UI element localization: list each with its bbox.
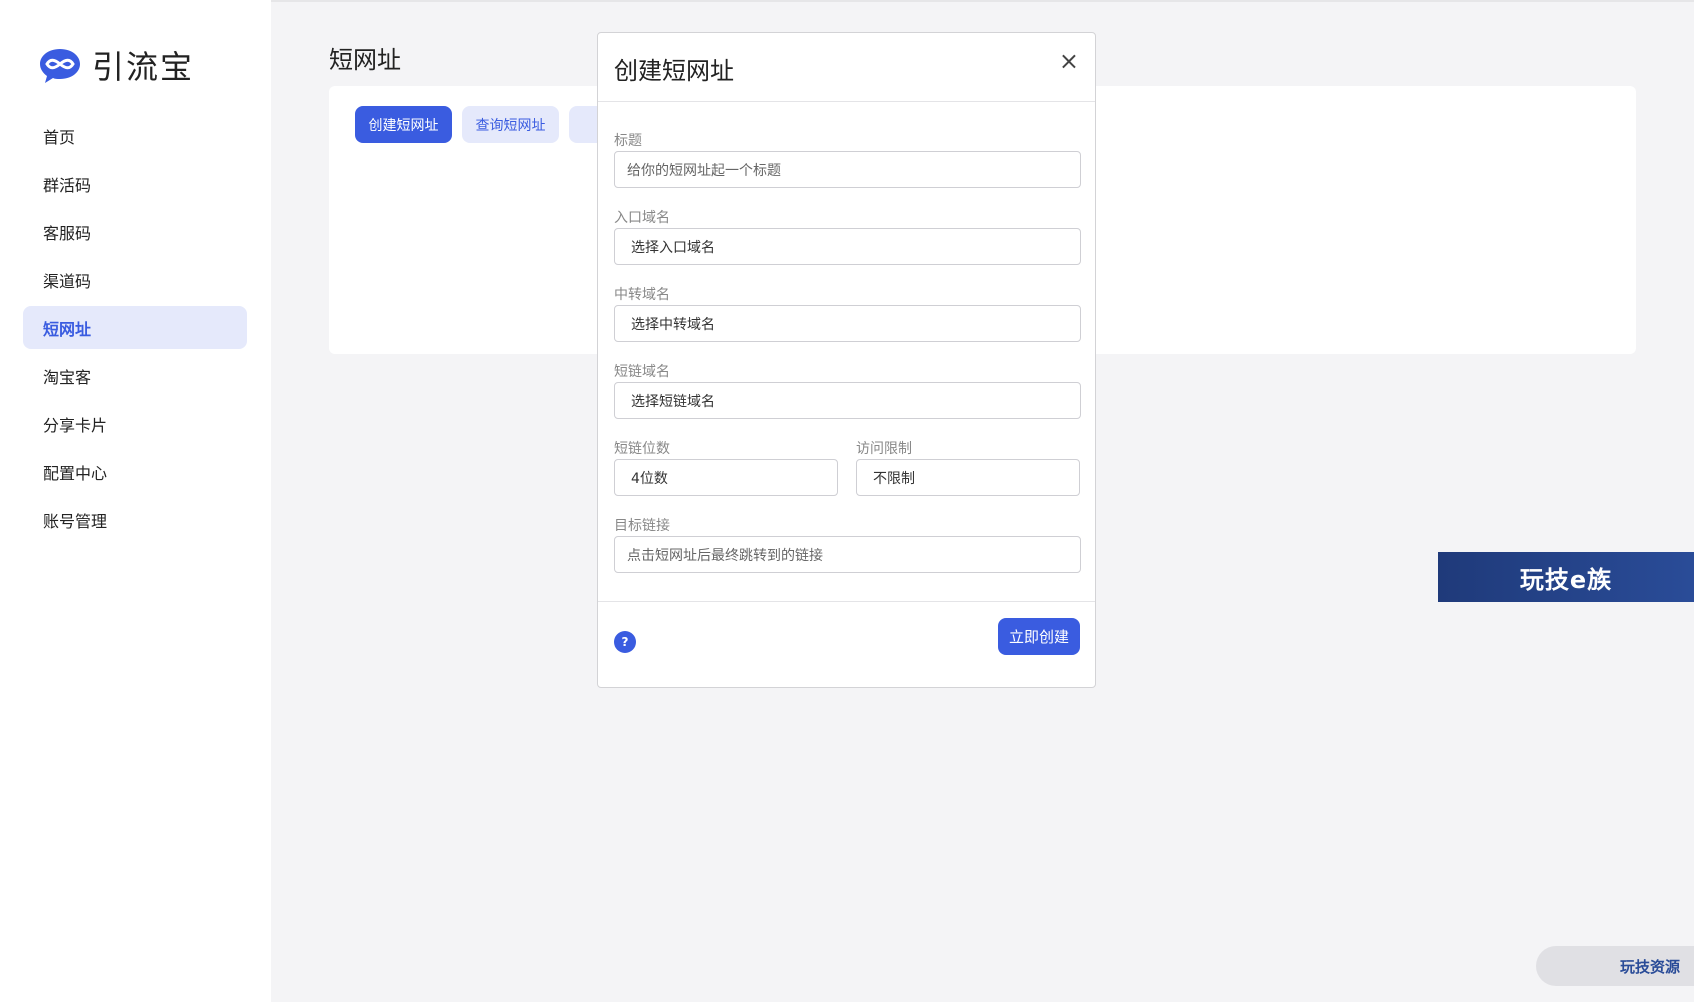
short-domain-select[interactable]: 选择短链域名 — [614, 382, 1081, 419]
relay-domain-label: 中转域名 — [614, 287, 670, 303]
watermark-banner: 玩技e族 — [1438, 552, 1694, 602]
relay-domain-select[interactable]: 选择中转域名 — [614, 305, 1081, 342]
sidebar-item-label: 首页 — [43, 127, 76, 147]
limit-column: 访问限制 不限制 — [856, 439, 1080, 516]
modal-form: 标题 给你的短网址起一个标题 入口域名 选择入口域名 中转域名 选择中转域名 短… — [614, 131, 1081, 593]
sidebar-item-config-center[interactable]: 配置中心 — [23, 450, 247, 493]
modal-footer: ? 立即创建 — [598, 601, 1095, 688]
sidebar-item-label: 客服码 — [43, 223, 92, 243]
entry-domain-select[interactable]: 选择入口域名 — [614, 228, 1081, 265]
modal-title: 创建短网址 — [614, 57, 734, 85]
query-short-url-button[interactable]: 查询短网址 — [462, 106, 559, 143]
sidebar-item-short-url[interactable]: 短网址 — [23, 306, 247, 349]
sidebar-item-label: 短网址 — [43, 319, 92, 339]
sidebar-item-label: 账号管理 — [43, 511, 108, 531]
close-icon[interactable]: × — [1059, 49, 1079, 73]
help-icon[interactable]: ? — [614, 631, 636, 653]
sidebar-item-label: 淘宝客 — [43, 367, 92, 387]
limit-select[interactable]: 不限制 — [856, 459, 1080, 496]
page-title: 短网址 — [329, 46, 401, 74]
brand-logo-icon — [40, 49, 80, 83]
sidebar-nav: 首页 群活码 客服码 渠道码 短网址 淘宝客 分享卡片 配置中心 账号管理 — [23, 114, 247, 546]
watermark-corner: 玩技资源 — [1536, 946, 1694, 986]
brand[interactable]: 引流宝 — [38, 42, 194, 88]
sidebar-item-channel-qrcode[interactable]: 渠道码 — [23, 258, 247, 301]
modal-header: 创建短网址 × — [598, 33, 1095, 102]
entry-domain-label: 入口域名 — [614, 210, 670, 226]
short-domain-label: 短链域名 — [614, 364, 670, 380]
sidebar-item-service-qrcode[interactable]: 客服码 — [23, 210, 247, 253]
brand-name: 引流宝 — [92, 48, 195, 86]
target-url-label: 目标链接 — [614, 518, 670, 534]
sidebar-item-account[interactable]: 账号管理 — [23, 498, 247, 541]
title-label: 标题 — [614, 133, 642, 149]
sidebar-item-label: 渠道码 — [43, 271, 92, 291]
sidebar-item-group-qrcode[interactable]: 群活码 — [23, 162, 247, 205]
sidebar-item-taobaoke[interactable]: 淘宝客 — [23, 354, 247, 397]
create-short-url-modal: 创建短网址 × 标题 给你的短网址起一个标题 入口域名 选择入口域名 中转域名 … — [597, 32, 1096, 688]
limit-label: 访问限制 — [856, 441, 912, 457]
sidebar-item-label: 配置中心 — [43, 463, 108, 483]
sidebar: 引流宝 首页 群活码 客服码 渠道码 短网址 淘宝客 分享卡片 配置中心 账号管… — [0, 0, 271, 1002]
digits-label: 短链位数 — [614, 441, 670, 457]
digits-select[interactable]: 4位数 — [614, 459, 838, 496]
title-input[interactable]: 给你的短网址起一个标题 — [614, 151, 1081, 188]
digits-column: 短链位数 4位数 — [614, 439, 838, 516]
sidebar-item-label: 群活码 — [43, 175, 92, 195]
digits-limit-row: 短链位数 4位数 访问限制 不限制 — [614, 439, 1081, 516]
target-url-input[interactable]: 点击短网址后最终跳转到的链接 — [614, 536, 1081, 573]
sidebar-item-share-card[interactable]: 分享卡片 — [23, 402, 247, 445]
sidebar-item-label: 分享卡片 — [43, 415, 108, 435]
create-short-url-button[interactable]: 创建短网址 — [355, 106, 452, 143]
submit-create-button[interactable]: 立即创建 — [998, 618, 1080, 655]
sidebar-item-home[interactable]: 首页 — [23, 114, 247, 157]
